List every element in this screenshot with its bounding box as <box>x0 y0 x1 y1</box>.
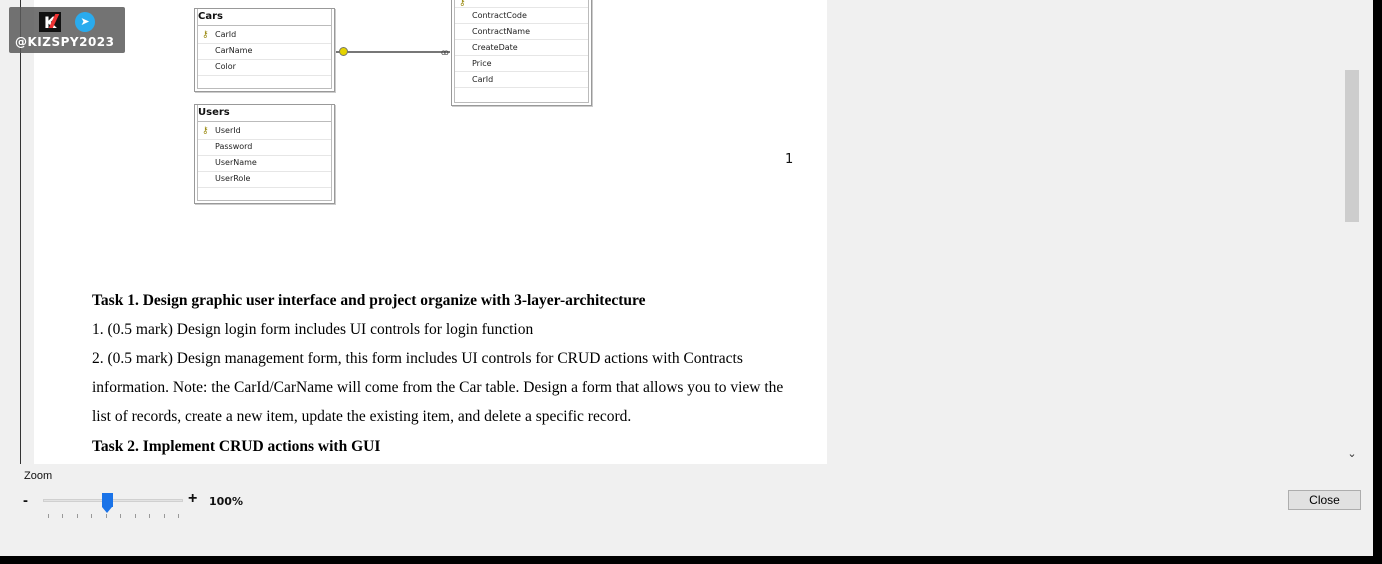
zoom-tick <box>91 514 93 518</box>
task1-item2-line2: information. Note: the CarId/CarName wil… <box>92 379 784 396</box>
cars-column: Color <box>215 62 236 71</box>
contracts-column: Price <box>472 59 492 68</box>
vertical-scrollbar[interactable]: ⌄ <box>1342 0 1362 464</box>
watermark-badge: K ➤ @KIZSPY2023 <box>9 7 125 53</box>
users-column: UserRole <box>215 174 251 183</box>
users-column: UserId <box>215 126 241 135</box>
users-table-title: Users <box>198 107 230 118</box>
report-viewer-window: Cars ⚷ CarId CarName Color ⚷ ContractCod… <box>0 0 1373 556</box>
zoom-in-button[interactable]: + <box>188 490 197 508</box>
cars-table-title: Cars <box>198 11 223 22</box>
document-page: Cars ⚷ CarId CarName Color ⚷ ContractCod… <box>34 0 827 464</box>
relationship-key-icon <box>339 47 348 56</box>
zoom-tick <box>62 514 64 518</box>
contracts-table: ⚷ ContractCode ContractName CreateDate P… <box>451 0 592 106</box>
relationship-infinity-icon: oo <box>441 48 449 57</box>
zoom-tick <box>105 514 107 518</box>
zoom-tick <box>178 514 179 518</box>
zoom-tick <box>120 514 122 518</box>
contracts-column: CreateDate <box>472 43 518 52</box>
left-border-line <box>20 0 21 464</box>
key-icon: ⚷ <box>202 125 209 135</box>
document-viewer[interactable]: Cars ⚷ CarId CarName Color ⚷ ContractCod… <box>0 0 1362 464</box>
close-button[interactable]: Close <box>1288 490 1361 510</box>
zoom-tick <box>163 514 165 518</box>
zoom-slider-track[interactable] <box>43 499 183 502</box>
zoom-slider-thumb[interactable] <box>101 493 113 513</box>
zoom-tick <box>76 514 78 518</box>
zoom-out-button[interactable]: - <box>23 492 28 509</box>
zoom-value: 100% <box>209 495 243 508</box>
users-table: Users ⚷ UserId Password UserName UserRol… <box>194 104 335 204</box>
task1-item1: 1. (0.5 mark) Design login form includes… <box>92 321 534 338</box>
watermark-handle: @KIZSPY2023 <box>15 35 115 49</box>
users-column: Password <box>215 142 253 151</box>
contracts-column: ContractCode <box>472 11 527 20</box>
relationship-line <box>336 51 450 53</box>
task1-item2-line3: list of records, create a new item, upda… <box>92 408 632 425</box>
task2-heading: Task 2. Implement CRUD actions with GUI <box>92 438 381 455</box>
users-column: UserName <box>215 158 257 167</box>
contracts-column: CarId <box>472 75 494 84</box>
vertical-scroll-thumb[interactable] <box>1345 70 1359 222</box>
zoom-tick <box>149 514 151 518</box>
cars-column: CarId <box>215 30 237 39</box>
chevron-down-icon[interactable]: ⌄ <box>1346 448 1358 460</box>
contracts-column: ContractName <box>472 27 531 36</box>
telegram-icon: ➤ <box>75 12 95 32</box>
logo-icon: K <box>39 12 61 32</box>
zoom-slider-ticks <box>43 514 183 519</box>
key-icon: ⚷ <box>202 29 209 39</box>
page-number: 1 <box>785 152 794 167</box>
zoom-tick <box>134 514 136 518</box>
task1-item2-line1: 2. (0.5 mark) Design management form, th… <box>92 350 743 367</box>
task1-heading: Task 1. Design graphic user interface an… <box>92 292 646 309</box>
zoom-tick <box>48 514 49 518</box>
cars-column: CarName <box>215 46 253 55</box>
zoom-label: Zoom <box>24 470 53 482</box>
cars-table: Cars ⚷ CarId CarName Color <box>194 8 335 92</box>
